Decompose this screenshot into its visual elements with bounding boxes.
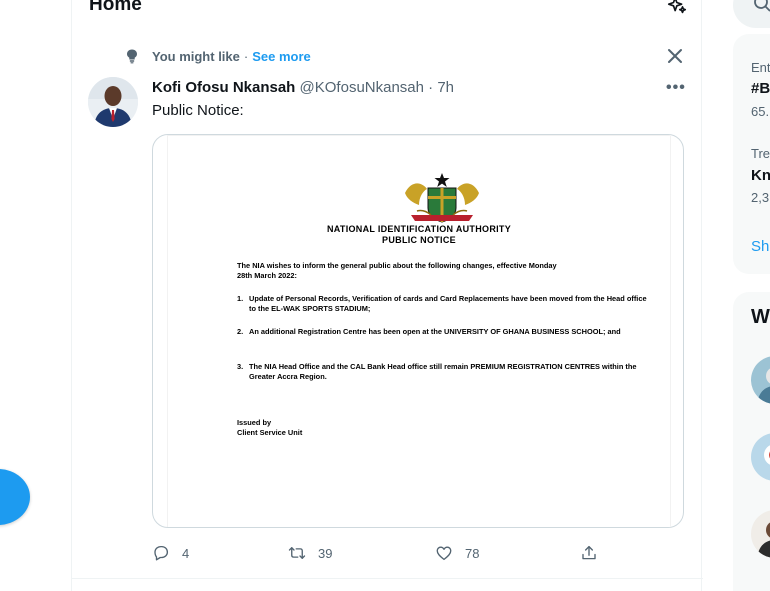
like-button[interactable]: 78: [435, 542, 479, 564]
retweet-icon: [288, 547, 306, 559]
notice-item-text: The NIA Head Office and the CAL Bank Hea…: [249, 362, 637, 381]
notice-item: 1. Update of Personal Records, Verificat…: [237, 294, 647, 314]
author-name[interactable]: Kofi Ofosu Nkansah: [152, 79, 295, 96]
page-title: Home: [89, 0, 142, 15]
right-sidebar: Ent #B 65. Tre Kn 2,3 Sh W: [733, 0, 770, 591]
notice-intro-line1: The NIA wishes to inform the general pub…: [237, 261, 557, 270]
trend-tag[interactable]: #B: [751, 80, 770, 97]
close-icon[interactable]: [666, 47, 684, 65]
timeline-column: Home You might like · See more Kofi Ofos…: [71, 0, 703, 591]
reply-icon: [154, 545, 169, 561]
notice-issued-by: Issued by Client Service Unit: [237, 418, 302, 438]
notice-item: 2. An additional Registration Centre has…: [237, 327, 647, 337]
show-more-link[interactable]: Sh: [751, 238, 769, 255]
see-more-link[interactable]: See more: [252, 49, 311, 64]
like-count: 78: [465, 545, 480, 561]
notice-item-number: 1.: [237, 294, 244, 303]
reply-count: 4: [182, 545, 190, 561]
sparkle-icon[interactable]: [666, 0, 688, 17]
notice-item-text: Update of Personal Records, Verification…: [249, 294, 647, 313]
tweet-divider: [72, 578, 703, 579]
more-options-icon[interactable]: •••: [666, 79, 685, 97]
notice-item-text: An additional Registration Centre has be…: [249, 327, 621, 336]
lightbulb-icon: [127, 49, 137, 64]
notice-item-number: 2.: [237, 327, 244, 336]
notice-item-number: 3.: [237, 362, 244, 371]
share-icon: [582, 545, 596, 560]
tweet-media-image[interactable]: NATIONAL IDENTIFICATION AUTHORITY PUBLIC…: [152, 134, 684, 528]
notice-intro-line2: 28th March 2022:: [237, 271, 297, 280]
tweet-header: Kofi Ofosu Nkansah @KOfosuNkansah · 7h: [152, 79, 454, 96]
reply-button[interactable]: 4: [152, 542, 189, 564]
suggestion-separator: ·: [243, 48, 249, 64]
author-handle[interactable]: @KOfosuNkansah: [300, 79, 424, 96]
trend-count: 2,3: [751, 190, 770, 205]
suggestion-label: You might like: [152, 48, 240, 64]
trend-meta: Tre: [751, 146, 770, 161]
who-to-follow-title: W: [751, 306, 770, 328]
trend-count: 65.: [751, 104, 770, 119]
retweet-count: 39: [318, 545, 333, 561]
you-might-like-row: You might like · See more: [124, 47, 311, 65]
notice-org: NATIONAL IDENTIFICATION AUTHORITY: [326, 224, 512, 234]
coat-of-arms-icon: [405, 173, 479, 223]
trend-tag[interactable]: Kn: [751, 167, 770, 184]
trend-meta: Ent: [751, 60, 770, 75]
tweet-timestamp[interactable]: 7h: [437, 79, 454, 96]
author-avatar[interactable]: [88, 77, 138, 127]
issued-by-label: Issued by: [237, 418, 272, 427]
header-separator: ·: [428, 79, 434, 96]
compose-tweet-button[interactable]: [0, 469, 30, 525]
tweet-actions: 4 39 78: [152, 542, 684, 564]
issuer-name: Client Service Unit: [237, 428, 303, 437]
retweet-button[interactable]: 39: [288, 542, 332, 564]
search-icon[interactable]: [753, 0, 770, 12]
share-button[interactable]: [580, 542, 598, 564]
notice-intro: The NIA wishes to inform the general pub…: [237, 261, 637, 281]
heart-icon: [436, 546, 452, 561]
tweet-text: Public Notice:: [152, 102, 244, 119]
notice-heading: PUBLIC NOTICE: [382, 235, 456, 245]
notice-item: 3. The NIA Head Office and the CAL Bank …: [237, 362, 647, 382]
public-notice-document: NATIONAL IDENTIFICATION AUTHORITY PUBLIC…: [167, 135, 671, 527]
